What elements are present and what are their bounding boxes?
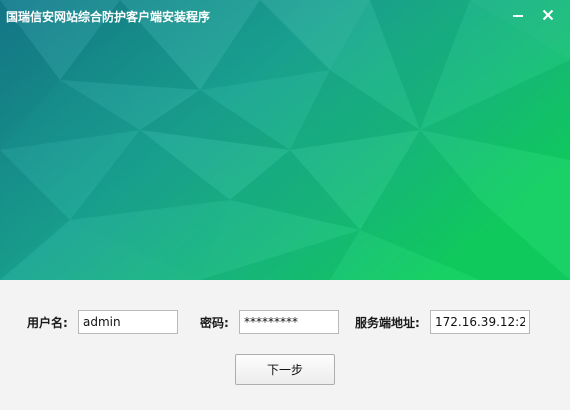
- minimize-icon: [513, 15, 523, 17]
- username-label: 用户名:: [27, 316, 68, 330]
- low-poly-background: [0, 0, 570, 280]
- credentials-form: 用户名: 密码: 服务端地址: 下一步: [0, 280, 570, 410]
- server-address-label: 服务端地址:: [355, 316, 420, 330]
- minimize-button[interactable]: [507, 4, 529, 26]
- password-input[interactable]: [239, 310, 339, 334]
- installer-window: 国瑞信安网站综合防护客户端安装程序 用户名: 密码: 服务端地址: 下一步: [0, 0, 570, 410]
- password-label: 密码:: [200, 316, 229, 330]
- close-icon: [542, 9, 554, 21]
- username-input[interactable]: [78, 310, 178, 334]
- header-banner: 国瑞信安网站综合防护客户端安装程序: [0, 0, 570, 280]
- next-button[interactable]: 下一步: [235, 354, 335, 385]
- close-button[interactable]: [537, 4, 559, 26]
- server-address-input[interactable]: [430, 310, 530, 334]
- window-title: 国瑞信安网站综合防护客户端安装程序: [6, 10, 211, 24]
